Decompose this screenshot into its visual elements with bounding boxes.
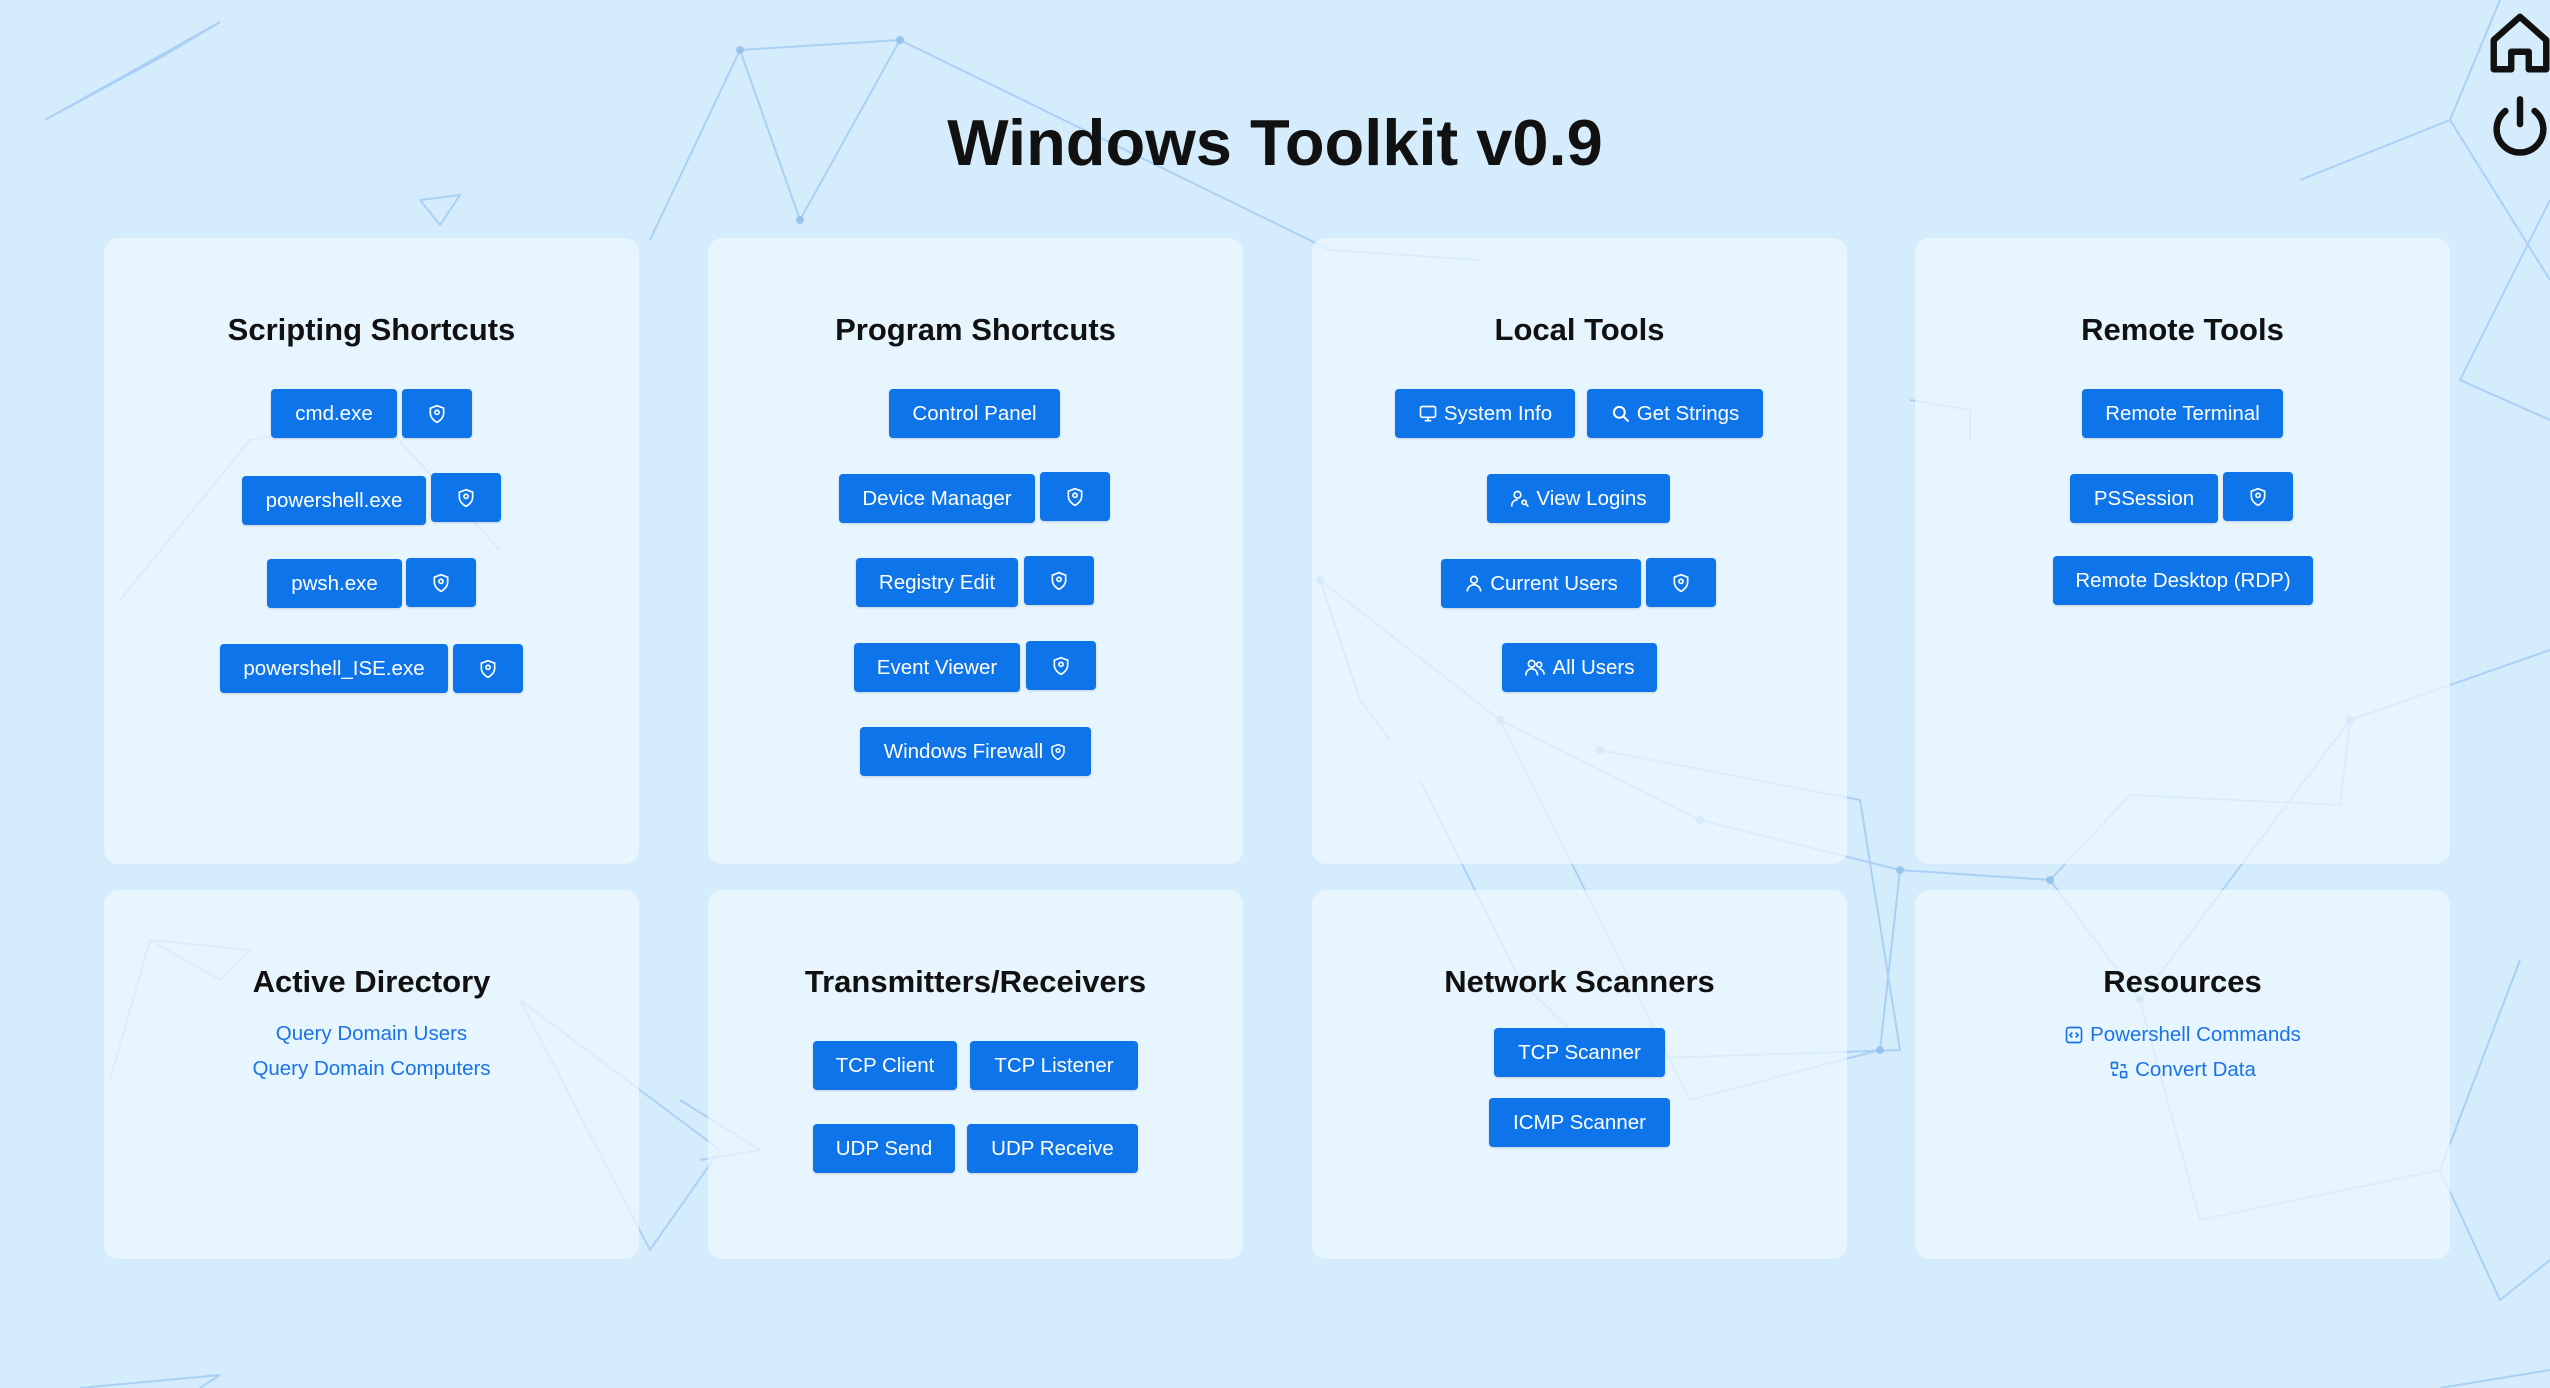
card-title: Network Scanners	[1444, 964, 1715, 999]
all-users-button[interactable]: All Users	[1502, 643, 1657, 692]
card-title: Program Shortcuts	[835, 312, 1116, 347]
registry-edit-button[interactable]: Registry Edit	[856, 558, 1018, 607]
powershell-button[interactable]: powershell.exe	[242, 476, 426, 525]
user-key-icon	[1511, 490, 1530, 507]
users-icon	[1525, 659, 1546, 676]
shield-icon	[2250, 487, 2266, 506]
cmd-admin-button[interactable]	[402, 389, 472, 438]
card-title: Local Tools	[1494, 312, 1665, 347]
active-directory-card: Active Directory Query Domain Users Quer…	[104, 890, 639, 1259]
pssession-button[interactable]: PSSession	[2070, 474, 2218, 523]
powershell-admin-button[interactable]	[431, 473, 501, 522]
powershell-ise-admin-button[interactable]	[453, 644, 523, 693]
card-title: Remote Tools	[2081, 312, 2284, 347]
tcp-listener-button[interactable]: TCP Listener	[970, 1041, 1138, 1090]
udp-receive-button[interactable]: UDP Receive	[967, 1124, 1138, 1173]
shield-icon	[1053, 656, 1069, 675]
shield-icon	[429, 404, 445, 423]
current-users-button[interactable]: Current Users	[1441, 559, 1641, 608]
user-icon	[1466, 575, 1482, 592]
monitor-icon	[1419, 405, 1437, 421]
pssession-admin-button[interactable]	[2223, 472, 2293, 521]
remote-desktop-button[interactable]: Remote Desktop (RDP)	[2053, 556, 2313, 605]
query-domain-computers-link[interactable]: Query Domain Computers	[104, 1057, 639, 1081]
cmd-button[interactable]: cmd.exe	[271, 389, 397, 438]
shield-icon	[1067, 487, 1083, 506]
get-strings-button[interactable]: Get Strings	[1587, 389, 1763, 438]
search-icon	[1612, 405, 1629, 422]
scripting-shortcuts-card: Scripting Shortcuts cmd.exe powershell.e…	[104, 238, 639, 864]
card-title: Active Directory	[252, 964, 491, 999]
page-title: Windows Toolkit v0.9	[947, 106, 1603, 179]
icmp-scanner-button[interactable]: ICMP Scanner	[1489, 1098, 1670, 1147]
shield-icon	[458, 488, 474, 507]
view-logins-button[interactable]: View Logins	[1487, 474, 1670, 523]
query-domain-users-link[interactable]: Query Domain Users	[104, 1022, 639, 1046]
pwsh-button[interactable]: pwsh.exe	[267, 559, 402, 608]
transmitters-receivers-card: Transmitters/Receivers TCP Client TCP Li…	[708, 890, 1243, 1259]
control-panel-button[interactable]: Control Panel	[889, 389, 1060, 438]
tcp-client-button[interactable]: TCP Client	[813, 1041, 957, 1090]
home-icon[interactable]	[2485, 8, 2550, 78]
system-info-button[interactable]: System Info	[1395, 389, 1575, 438]
pwsh-admin-button[interactable]	[406, 558, 476, 607]
local-tools-card: Local Tools System Info Get Strings View…	[1312, 238, 1847, 864]
code-icon	[2065, 1026, 2083, 1044]
event-viewer-admin-button[interactable]	[1026, 641, 1096, 690]
device-manager-button[interactable]: Device Manager	[839, 474, 1035, 523]
event-viewer-button[interactable]: Event Viewer	[854, 643, 1020, 692]
windows-firewall-button[interactable]: Windows Firewall	[860, 727, 1091, 776]
convert-icon	[2110, 1061, 2128, 1079]
powershell-commands-link[interactable]: Powershell Commands	[1915, 1023, 2450, 1047]
card-title: Scripting Shortcuts	[227, 312, 516, 347]
device-manager-admin-button[interactable]	[1040, 472, 1110, 521]
card-title: Transmitters/Receivers	[804, 964, 1147, 999]
shield-icon	[480, 659, 496, 678]
resources-card: Resources Powershell Commands Convert Da…	[1915, 890, 2450, 1259]
shield-icon	[1051, 743, 1065, 760]
remote-terminal-button[interactable]: Remote Terminal	[2082, 389, 2283, 438]
current-users-admin-button[interactable]	[1646, 558, 1716, 607]
shield-icon	[1051, 571, 1067, 590]
registry-edit-admin-button[interactable]	[1024, 556, 1094, 605]
convert-data-link[interactable]: Convert Data	[1915, 1058, 2450, 1082]
udp-send-button[interactable]: UDP Send	[813, 1124, 955, 1173]
power-icon[interactable]	[2485, 92, 2550, 162]
corner-nav	[2460, 0, 2550, 180]
program-shortcuts-card: Program Shortcuts Control Panel Device M…	[708, 238, 1243, 864]
tcp-scanner-button[interactable]: TCP Scanner	[1494, 1028, 1665, 1077]
shield-icon	[433, 573, 449, 592]
card-title: Resources	[2103, 964, 2262, 999]
powershell-ise-button[interactable]: powershell_ISE.exe	[220, 644, 448, 693]
network-scanners-card: Network Scanners TCP Scanner ICMP Scanne…	[1312, 890, 1847, 1259]
remote-tools-card: Remote Tools Remote Terminal PSSession R…	[1915, 238, 2450, 864]
shield-icon	[1673, 573, 1689, 592]
